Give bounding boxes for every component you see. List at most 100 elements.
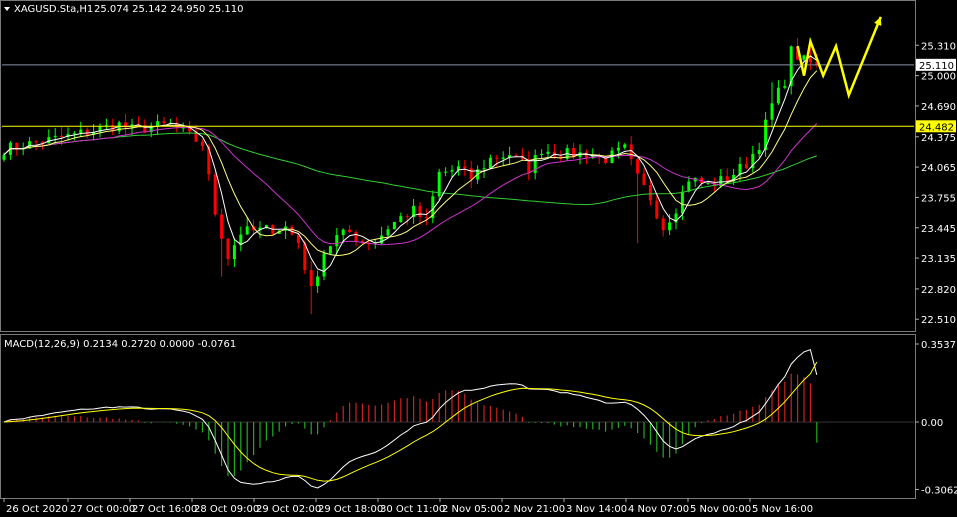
- time-tick-label: 30 Oct 11:00: [380, 504, 445, 515]
- macd-line: [3, 348, 818, 489]
- price-tick-label: 25.310: [921, 41, 956, 52]
- candle-body: [162, 121, 166, 124]
- candle-body: [316, 276, 320, 287]
- candle-body: [348, 229, 352, 232]
- candle-body: [469, 168, 473, 180]
- candle-body: [399, 216, 403, 222]
- price-tick-label: 24.375: [921, 133, 956, 144]
- level-label-text: 24.482: [919, 122, 954, 133]
- candle-body: [328, 246, 332, 254]
- chart-header: XAGUSD.Sta,H1 25.074 25.142 24.950 25.11…: [4, 4, 244, 15]
- candle-body: [245, 226, 249, 235]
- macd-title: MACD(12,26,9) 0.2134 0.2720 0.0000 -0.07…: [4, 339, 236, 350]
- time-tick-label: 26 Oct 2020: [6, 504, 68, 515]
- candle-body: [418, 205, 422, 217]
- candle-body: [405, 216, 409, 218]
- candle-body: [572, 148, 576, 158]
- candle-body: [540, 153, 544, 156]
- candle-body: [213, 174, 217, 215]
- price-tick-label: 23.755: [921, 193, 956, 204]
- candle-body: [226, 238, 230, 259]
- candle-body: [668, 222, 672, 231]
- candle-body: [72, 133, 76, 135]
- candle-body: [636, 159, 640, 174]
- price-tick-label: 24.065: [921, 163, 956, 174]
- time-tick-label: 27 Oct 00:00: [70, 504, 135, 515]
- candle-body: [220, 214, 224, 239]
- candle-body: [200, 141, 204, 147]
- candle-body: [482, 168, 486, 170]
- candle-body: [53, 135, 57, 138]
- price-tick-label: 24.690: [921, 102, 956, 113]
- ma-slow-green-line: [3, 132, 817, 206]
- candle-body: [463, 166, 467, 169]
- candle-body: [776, 87, 780, 104]
- price-tick-label: 22.820: [921, 285, 956, 296]
- price-tick-label: 22.510: [921, 315, 956, 326]
- candle-body: [501, 157, 505, 159]
- macd-axis: 0.3537 0.00 -0.3062: [915, 340, 957, 497]
- candle-body: [623, 144, 627, 148]
- macd-tick-label: -0.3062: [921, 486, 957, 497]
- candle-body: [661, 218, 665, 231]
- time-tick-label: 29 Oct 02:00: [256, 504, 321, 515]
- candle-body: [744, 163, 748, 169]
- macd-tick-label: 0.3537: [921, 340, 956, 351]
- candle-body: [79, 129, 83, 134]
- trading-chart[interactable]: 24.482 25.110 25.310 25.000 24.690 24.375 24.…: [0, 0, 957, 517]
- macd-series-layer: [2, 348, 914, 489]
- candle-body: [15, 142, 19, 149]
- candle-body: [85, 129, 89, 135]
- candle-body: [783, 86, 787, 88]
- time-tick-label: 5 Nov 00:00: [690, 504, 751, 515]
- candle-body: [47, 137, 51, 144]
- ohlc-values: 25.074 25.142 24.950 25.110: [94, 4, 244, 15]
- candle-body: [450, 170, 454, 172]
- ma-fast-line: [3, 55, 818, 273]
- time-tick-label: 4 Nov 07:00: [628, 504, 689, 515]
- candle-body: [322, 253, 326, 277]
- ma-mid-line: [3, 70, 818, 257]
- symbol-menu-triangle-icon[interactable]: [4, 7, 10, 11]
- candle-body: [802, 55, 806, 60]
- candle-body: [495, 157, 499, 159]
- candle-body: [655, 200, 659, 219]
- candle-body: [386, 229, 390, 236]
- candle-body: [424, 216, 428, 219]
- price-tick-label: 25.000: [921, 72, 956, 83]
- candle-body: [527, 159, 531, 174]
- candle-body: [444, 171, 448, 173]
- candle-body: [680, 191, 684, 214]
- candle-body: [392, 221, 396, 230]
- candle-body: [584, 152, 588, 159]
- candle-body: [60, 135, 64, 138]
- candle-body: [648, 185, 652, 201]
- time-tick-label: 5 Nov 16:00: [752, 504, 813, 515]
- price-tick-label: 23.445: [921, 224, 956, 235]
- time-axis: 26 Oct 2020 27 Oct 00:0027 Oct 16:0028 Oc…: [3, 498, 813, 515]
- price-axis: 25.310 25.000 24.690 24.375 24.065 23.755 23.4…: [915, 41, 956, 326]
- time-tick-label: 2 Nov 05:00: [442, 504, 503, 515]
- candle-body: [546, 151, 550, 154]
- candle-body: [232, 245, 236, 259]
- candle-body: [514, 155, 518, 157]
- candle-body: [642, 173, 646, 186]
- time-tick-label: 3 Nov 14:00: [566, 504, 627, 515]
- level-label-text: 25.110: [919, 61, 954, 72]
- price-tick-label: 23.135: [921, 254, 956, 265]
- candle-body: [309, 270, 313, 287]
- symbol-title: XAGUSD.Sta,H1: [14, 4, 93, 15]
- candle-body: [2, 154, 6, 160]
- price-series-layer: [2, 38, 819, 315]
- time-tick-label: 27 Oct 16:00: [132, 504, 197, 515]
- candle-body: [341, 229, 345, 236]
- candle-body: [488, 157, 492, 169]
- candle-body: [725, 176, 729, 182]
- candle-body: [757, 149, 761, 155]
- time-tick-label: 28 Oct 09:00: [194, 504, 259, 515]
- candle-body: [616, 147, 620, 151]
- time-tick-label: 2 Nov 21:00: [504, 504, 565, 515]
- macd-tick-label: 0.00: [921, 418, 943, 429]
- candle-body: [335, 235, 339, 247]
- candle-body: [34, 141, 38, 143]
